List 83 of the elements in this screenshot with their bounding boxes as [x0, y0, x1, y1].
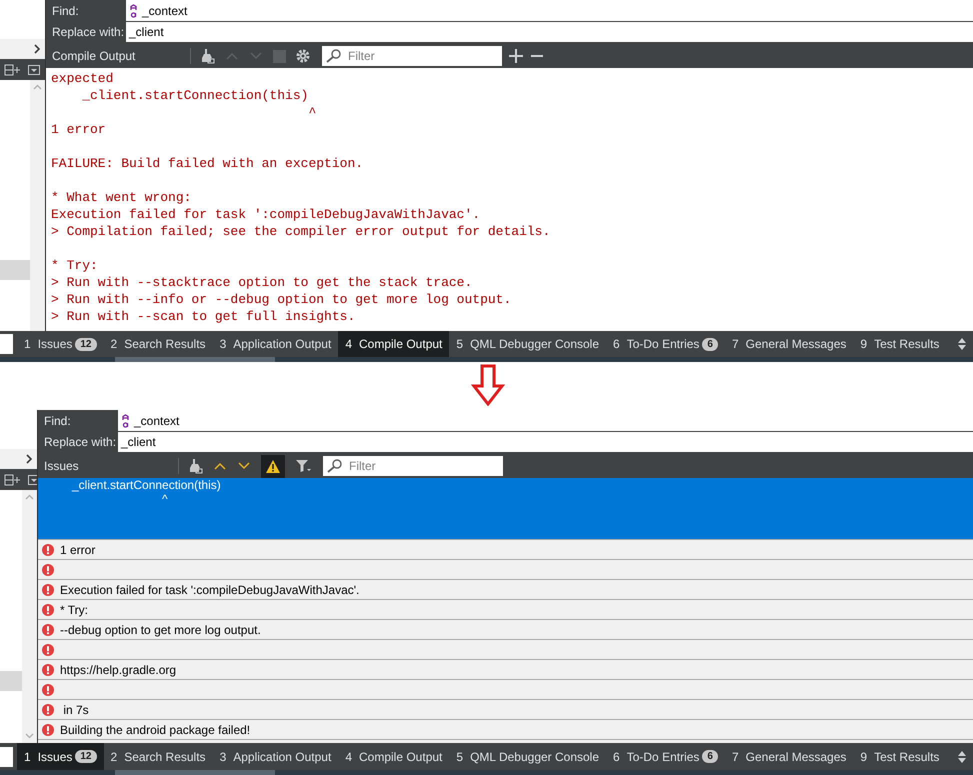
- output-line: _client.startConnection(this): [81, 87, 308, 104]
- output-line: expected: [51, 70, 114, 87]
- issue-row[interactable]: 1 error: [38, 540, 973, 560]
- output-line: ^: [307, 104, 316, 121]
- issue-row[interactable]: _client.startConnection(this) ^: [38, 478, 973, 540]
- caret-up-icon: [33, 84, 42, 90]
- warning-icon[interactable]: [261, 454, 285, 478]
- filter-icon[interactable]: [295, 459, 311, 473]
- down-arrow-icon: [470, 364, 504, 406]
- dropdown-icon[interactable]: [28, 64, 40, 74]
- split-add-icon[interactable]: [4, 474, 20, 486]
- output-line: > Run with --stacktrace option to get the stack trace.: [51, 274, 472, 291]
- issue-row[interactable]: * Try:: [38, 600, 973, 620]
- error-icon: [42, 664, 54, 676]
- output-tab[interactable]: 6 To-Do Entries 6: [606, 743, 725, 770]
- output-tab[interactable]: 9 Test Results: [853, 743, 946, 770]
- output-tab[interactable]: 7 General Messages: [724, 743, 854, 770]
- output-line: * What went wrong:: [51, 189, 192, 206]
- case-sensitive-icon: [121, 414, 130, 428]
- error-icon: [42, 604, 54, 616]
- issue-row[interactable]: https://help.gradle.org: [38, 660, 973, 680]
- search-icon: [327, 459, 343, 473]
- broom-icon[interactable]: [187, 458, 203, 474]
- output-line: FAILURE: Build failed with an exception.: [51, 155, 364, 172]
- output-tab[interactable]: 9 Test Results: [853, 331, 946, 357]
- chevron-right-icon[interactable]: [25, 454, 33, 464]
- filter-field[interactable]: Filter: [323, 456, 503, 476]
- output-tab[interactable]: 6 To-Do Entries 6: [606, 331, 725, 357]
- error-icon: [42, 724, 54, 736]
- scrollbar-thumb[interactable]: [115, 357, 275, 362]
- output-tab[interactable]: 5 QML Debugger Console: [449, 743, 606, 770]
- output-tab[interactable]: 2 Search Results: [104, 743, 213, 770]
- error-icon: [42, 624, 54, 636]
- panel-edge: [0, 334, 13, 354]
- chevron-down-icon[interactable]: [237, 461, 251, 471]
- output-tab[interactable]: 3 Application Output: [212, 331, 338, 357]
- error-icon: [42, 544, 54, 556]
- output-line: Execution failed for task ':compileDebugJavaWithJavac'.: [51, 206, 480, 223]
- pane-title: Issues: [43, 458, 80, 475]
- caret-up-icon: [25, 494, 34, 500]
- output-line: * Try:: [51, 257, 98, 274]
- pane-title: Compile Output: [51, 48, 136, 65]
- output-tab[interactable]: 1 Issues 12: [17, 743, 104, 770]
- chevron-right-icon[interactable]: [33, 44, 41, 54]
- field-label: Replace with:: [46, 22, 126, 42]
- output-tab[interactable]: 1 Issues 12: [17, 331, 104, 357]
- output-line: > Run with --scan to get full insights.: [51, 308, 356, 325]
- search-icon: [326, 49, 342, 63]
- error-icon: [42, 584, 54, 596]
- chevron-up-icon[interactable]: [213, 461, 227, 471]
- error-icon: [42, 704, 54, 716]
- output-tab[interactable]: 4 Compile Output: [338, 743, 450, 770]
- scrollbar[interactable]: [30, 80, 45, 331]
- field-label: Find:: [38, 410, 118, 432]
- issue-row[interactable]: Building the android package failed!: [38, 720, 973, 740]
- settings-icon[interactable]: [296, 49, 310, 63]
- split-add-icon[interactable]: [4, 64, 20, 76]
- output-tab[interactable]: 7 General Messages: [724, 331, 854, 357]
- filter-field[interactable]: Filter: [322, 46, 502, 66]
- output-line: > Run with --info or --debug option to get more log output.: [51, 291, 512, 308]
- error-icon: [42, 564, 54, 576]
- panel-edge: [0, 746, 13, 766]
- output-line: 1 error: [51, 121, 106, 138]
- up-down-arrows-icon[interactable]: [957, 337, 967, 351]
- field-label: Replace with:: [38, 432, 118, 452]
- broom-icon[interactable]: [199, 48, 215, 64]
- output-tab[interactable]: 3 Application Output: [212, 743, 338, 770]
- error-icon: [42, 684, 54, 696]
- error-icon: [42, 644, 54, 656]
- scrollbar[interactable]: [22, 490, 37, 743]
- field-label: Find:: [46, 0, 126, 22]
- up-down-arrows-icon[interactable]: [957, 750, 967, 764]
- issue-row[interactable]: Execution failed for task ':compileDebugJavaWithJavac'.: [38, 580, 973, 600]
- case-sensitive-icon: [129, 4, 138, 18]
- output-tab[interactable]: 5 QML Debugger Console: [449, 331, 606, 357]
- caret-down-icon: [25, 733, 34, 739]
- issue-row[interactable]: --debug option to get more log output.: [38, 620, 973, 640]
- output-line: > Compilation failed; see the compiler error output for details.: [51, 223, 550, 240]
- issue-row[interactable]: in 7s: [38, 700, 973, 720]
- output-tab[interactable]: 2 Search Results: [104, 331, 213, 357]
- plus-icon[interactable]: [509, 49, 523, 63]
- scrollbar-thumb[interactable]: [115, 770, 275, 775]
- output-tab[interactable]: 4 Compile Output: [338, 331, 450, 357]
